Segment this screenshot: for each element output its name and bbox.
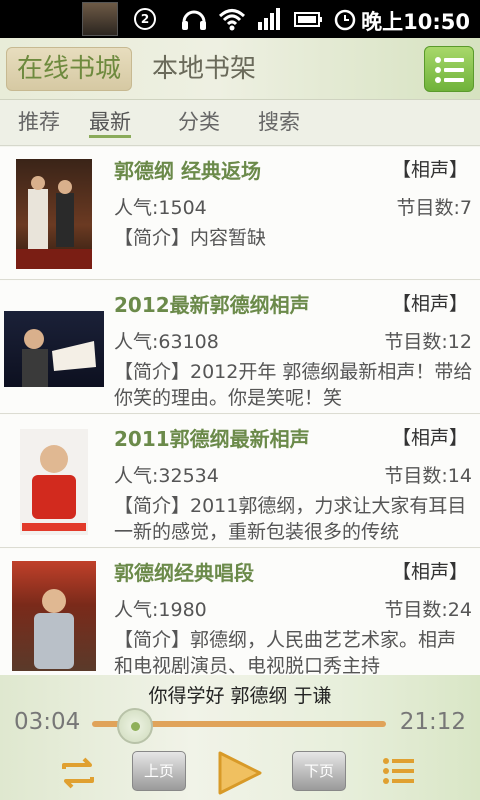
list-item[interactable]: 2011郭德纲最新相声 【相声】 人气:32534 节目数:14 【简介】201… bbox=[0, 415, 480, 548]
status-bar: 2 晚上10:50 bbox=[0, 0, 480, 38]
prev-page-button[interactable]: 上页 bbox=[132, 751, 186, 791]
progress-slider-handle[interactable] bbox=[116, 708, 153, 744]
battery-icon bbox=[294, 12, 322, 27]
list-menu-button[interactable] bbox=[424, 46, 474, 92]
item-intro: 【简介】2012开年 郭德纲最新相声！带给你笑的理由。你是笑呢！笑 bbox=[114, 361, 473, 409]
total-time: 21:12 bbox=[399, 709, 466, 735]
item-intro: 【简介】2011郭德纲，力求让大家有耳目一新的感觉，重新包装很多的传统 bbox=[114, 495, 467, 543]
subtab-recommend[interactable]: 推荐 bbox=[18, 106, 60, 138]
list-item[interactable]: 2012最新郭德纲相声 【相声】 人气:63108 节目数:12 【简介】201… bbox=[0, 281, 480, 414]
item-popularity: 人气:32534 bbox=[114, 465, 219, 487]
tab-local-shelf[interactable]: 本地书架 bbox=[152, 47, 256, 91]
item-popularity: 人气:1980 bbox=[114, 599, 207, 621]
repeat-icon[interactable] bbox=[58, 755, 98, 791]
current-time: 03:04 bbox=[14, 709, 81, 735]
tab-online-store[interactable]: 在线书城 bbox=[6, 47, 132, 91]
album-cover-image bbox=[20, 429, 88, 535]
item-episode-count: 节目数:12 bbox=[384, 331, 472, 353]
item-title: 郭德纲 经典返场 bbox=[114, 159, 261, 183]
signal-icon bbox=[258, 8, 280, 30]
item-episode-count: 节目数:14 bbox=[384, 465, 472, 487]
item-title: 2012最新郭德纲相声 bbox=[114, 293, 310, 317]
notification-badge: 2 bbox=[134, 8, 156, 30]
list-item[interactable]: 郭德纲 经典返场 【相声】 人气:1504 节目数:7 【简介】内容暂缺 bbox=[0, 147, 480, 280]
item-intro: 【简介】郭德纲，人民曲艺艺术家。相声和电视剧演员、电视脱口秀主持 bbox=[114, 629, 457, 675]
app-header: 在线书城 本地书架 bbox=[0, 38, 480, 100]
clock: 晚上10:50 bbox=[361, 10, 470, 34]
play-icon[interactable] bbox=[214, 749, 264, 797]
album-cover-image bbox=[16, 159, 92, 269]
subtab-category[interactable]: 分类 bbox=[178, 106, 220, 138]
playlist-icon[interactable] bbox=[382, 755, 418, 791]
audio-player: 你得学好 郭德纲 于谦 03:04 21:12 上页 下页 bbox=[0, 675, 480, 800]
album-cover-image bbox=[12, 561, 96, 671]
subtab-search[interactable]: 搜索 bbox=[258, 106, 300, 138]
item-popularity: 人气:1504 bbox=[114, 197, 207, 219]
item-category: 【相声】 bbox=[391, 427, 468, 449]
subtab-latest[interactable]: 最新 bbox=[89, 106, 131, 138]
list-icon bbox=[435, 57, 464, 83]
wifi-icon bbox=[218, 9, 246, 31]
sub-tab-bar: 推荐 最新 分类 搜索 bbox=[0, 100, 480, 146]
item-episode-count: 节目数:7 bbox=[396, 197, 473, 219]
list-item[interactable]: 郭德纲经典唱段 【相声】 人气:1980 节目数:24 【简介】郭德纲，人民曲艺… bbox=[0, 549, 480, 675]
album-cover-image bbox=[4, 311, 104, 387]
item-category: 【相声】 bbox=[391, 561, 468, 583]
item-title: 2011郭德纲最新相声 bbox=[114, 427, 310, 451]
item-episode-count: 节目数:24 bbox=[384, 599, 472, 621]
album-list[interactable]: 郭德纲 经典返场 【相声】 人气:1504 节目数:7 【简介】内容暂缺 201… bbox=[0, 147, 480, 675]
item-title: 郭德纲经典唱段 bbox=[114, 561, 254, 585]
item-category: 【相声】 bbox=[391, 159, 468, 181]
item-popularity: 人气:63108 bbox=[114, 331, 219, 353]
now-playing-title: 你得学好 郭德纲 于谦 bbox=[148, 685, 332, 707]
item-intro: 【简介】内容暂缺 bbox=[114, 227, 267, 249]
item-category: 【相声】 bbox=[391, 293, 468, 315]
notification-thumbnail-icon bbox=[82, 2, 118, 36]
alarm-icon bbox=[334, 9, 356, 31]
next-page-button[interactable]: 下页 bbox=[292, 751, 346, 791]
headset-icon bbox=[182, 10, 206, 30]
